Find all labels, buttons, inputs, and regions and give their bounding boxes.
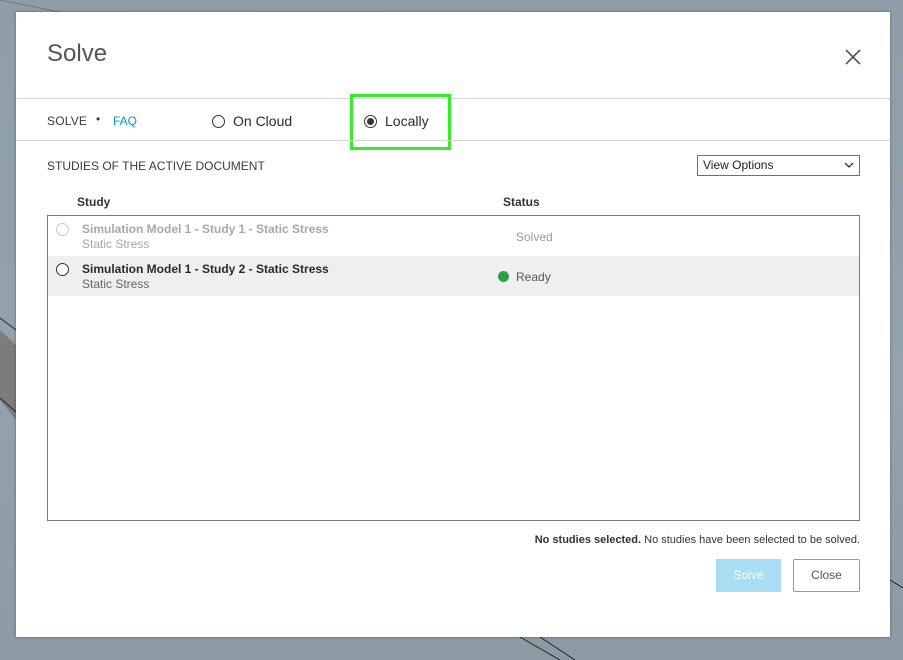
on-cloud-label: On Cloud	[233, 113, 293, 129]
studies-table: Simulation Model 1 - Study 1 - Static St…	[47, 215, 860, 521]
selection-message-bold: No studies selected.	[534, 534, 642, 546]
close-icon[interactable]	[841, 45, 865, 69]
header-divider	[16, 98, 890, 99]
selection-message-detail: No studies have been selected to be solv…	[641, 534, 860, 546]
radio-button-icon[interactable]	[56, 263, 69, 276]
on-cloud-radio[interactable]: On Cloud	[212, 112, 292, 130]
solve-dialog: Solve SOLVE • FAQ On Cloud Locally STUDI…	[16, 12, 890, 637]
study-type: Static Stress	[82, 277, 150, 291]
view-options-dropdown[interactable]: View Options	[697, 155, 860, 176]
studies-section-title: STUDIES OF THE ACTIVE DOCUMENT	[47, 159, 265, 173]
close-button[interactable]: Close	[793, 559, 860, 592]
study-status: Ready	[516, 270, 551, 284]
column-header-study[interactable]: Study	[77, 195, 110, 209]
separator-dot: •	[96, 112, 101, 126]
study-name: Simulation Model 1 - Study 2 - Static St…	[82, 262, 329, 276]
mode-divider	[16, 140, 890, 141]
solve-button[interactable]: Solve	[716, 559, 781, 592]
table-row[interactable]: Simulation Model 1 - Study 2 - Static St…	[48, 256, 859, 296]
view-options-label: View Options	[703, 158, 774, 172]
dialog-title: Solve	[47, 40, 108, 67]
radio-button-icon	[56, 223, 69, 236]
status-ready-dot-icon	[498, 271, 509, 282]
study-name: Simulation Model 1 - Study 1 - Static St…	[82, 222, 329, 236]
column-header-status[interactable]: Status	[503, 195, 540, 209]
highlight-box	[350, 94, 451, 150]
study-status: Solved	[516, 230, 553, 244]
table-row: Simulation Model 1 - Study 1 - Static St…	[48, 216, 859, 256]
chevron-down-icon	[844, 162, 854, 168]
faq-link[interactable]: FAQ	[113, 114, 137, 128]
solve-label: SOLVE	[47, 114, 88, 128]
radio-button-icon[interactable]	[212, 114, 225, 128]
study-type: Static Stress	[82, 237, 150, 251]
selection-message: No studies selected. No studies have bee…	[47, 534, 860, 546]
